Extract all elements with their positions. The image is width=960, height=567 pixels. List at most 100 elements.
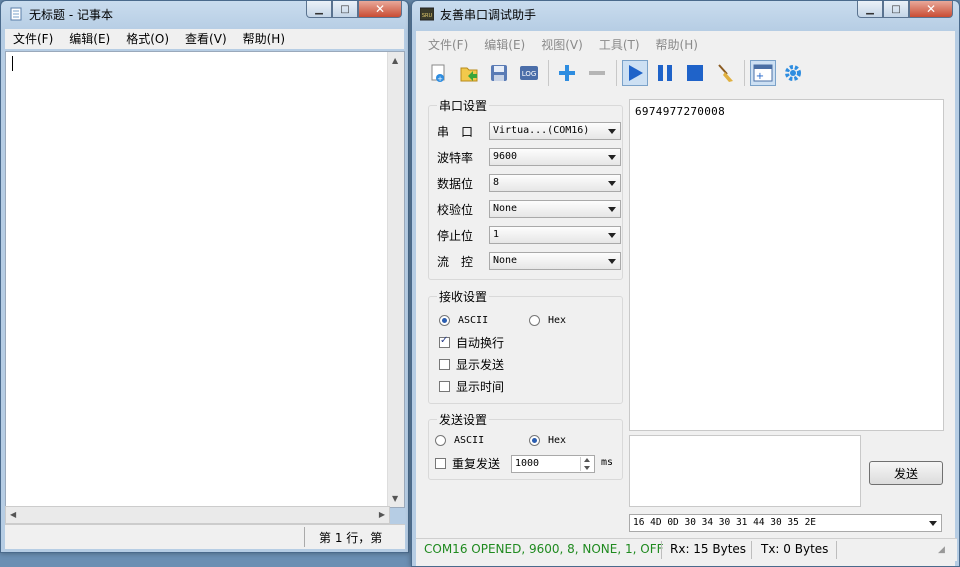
resize-grip-icon[interactable]: ◢	[938, 545, 945, 555]
menu-help[interactable]: 帮助(H)	[648, 35, 706, 55]
baud-row: 波特率 9600	[437, 147, 621, 167]
send-settings-group: 发送设置 ASCII Hex 重复发送 1000 ms	[428, 411, 623, 480]
minimize-icon: ▁	[866, 3, 874, 15]
show-time-label: 显示时间	[456, 379, 505, 394]
spin-down-icon[interactable]	[580, 464, 593, 471]
recv-hex-radio[interactable]	[529, 314, 540, 326]
port-value: Virtua...(COM16)	[493, 125, 590, 136]
notepad-statusbar: 第 1 行，第	[5, 524, 405, 549]
send-history-select[interactable]: 16 4D 0D 30 34 30 31 44 30 35 2E	[629, 514, 942, 532]
port-row: 串 口 Virtua...(COM16)	[437, 121, 621, 141]
recv-ascii-option[interactable]: ASCII	[439, 310, 488, 330]
repeat-interval-input[interactable]: 1000	[511, 455, 595, 473]
open-button[interactable]	[456, 60, 482, 86]
flow-value: None	[493, 255, 518, 266]
send-textarea[interactable]	[629, 435, 861, 507]
scroll-right-icon[interactable]: ▶	[379, 510, 385, 519]
recv-hex-label: Hex	[548, 314, 567, 326]
menu-help[interactable]: 帮助(H)	[235, 29, 293, 49]
menu-edit[interactable]: 编辑(E)	[61, 29, 118, 49]
save-button[interactable]	[486, 60, 512, 86]
baud-select[interactable]: 9600	[489, 148, 621, 166]
auto-newline-checkbox[interactable]	[439, 335, 450, 348]
port-status: COM16 OPENED, 9600, 8, NONE, 1, OFF	[424, 542, 664, 556]
stop-button[interactable]	[682, 60, 708, 86]
parity-value: None	[493, 203, 518, 214]
maximize-button[interactable]: □	[332, 1, 358, 18]
notepad-app-icon	[10, 7, 22, 21]
menu-tools[interactable]: 工具(T)	[591, 35, 648, 55]
add-button[interactable]	[554, 60, 580, 86]
receive-settings-group: 接收设置 ASCII Hex 自动换行 显示发送 显示时间	[428, 288, 623, 404]
databits-select[interactable]: 8	[489, 174, 621, 192]
send-ascii-option[interactable]: ASCII	[435, 430, 484, 450]
notepad-text-area[interactable]: ▲ ▼	[5, 51, 405, 508]
baud-label: 波特率	[437, 150, 474, 165]
show-send-checkbox[interactable]	[439, 358, 450, 370]
send-button[interactable]: 发送	[869, 461, 943, 485]
port-select[interactable]: Virtua...(COM16)	[489, 122, 621, 140]
serial-app-icon: SRU	[420, 7, 434, 21]
clear-button[interactable]	[712, 60, 738, 86]
pause-button[interactable]	[652, 60, 678, 86]
new-button[interactable]: +	[426, 60, 452, 86]
show-time-checkbox[interactable]	[439, 380, 450, 392]
serial-titlebar[interactable]: SRU 友善串口调试助手 ▁ □ ✕	[412, 1, 959, 27]
port-label: 串 口	[437, 124, 474, 139]
send-hex-option[interactable]: Hex	[529, 430, 566, 450]
flow-row: 流 控 None	[437, 251, 621, 271]
recv-hex-option[interactable]: Hex	[529, 310, 566, 330]
menu-view[interactable]: 视图(V)	[533, 35, 591, 55]
show-send-option[interactable]: 显示发送	[439, 354, 504, 374]
dropdown-arrow-icon	[929, 521, 937, 526]
send-hex-radio[interactable]	[529, 434, 540, 446]
databits-row: 数据位 8	[437, 173, 621, 193]
recv-ascii-radio[interactable]	[439, 314, 450, 326]
minimize-button[interactable]: ▁	[857, 1, 883, 18]
scroll-left-icon[interactable]: ◀	[10, 510, 16, 519]
settings-button[interactable]	[780, 60, 806, 86]
new-window-button[interactable]: +	[750, 60, 776, 86]
repeat-send-label: 重复发送	[452, 456, 501, 471]
auto-newline-option[interactable]: 自动换行	[439, 332, 504, 352]
menu-view[interactable]: 查看(V)	[177, 29, 235, 49]
scroll-down-icon[interactable]: ▼	[392, 494, 398, 503]
scroll-up-icon[interactable]: ▲	[392, 56, 398, 65]
minimize-button[interactable]: ▁	[306, 1, 332, 18]
dropdown-arrow-icon	[608, 207, 616, 212]
close-button[interactable]: ✕	[358, 1, 402, 18]
show-time-option[interactable]: 显示时间	[439, 376, 504, 396]
repeat-send-checkbox[interactable]	[435, 457, 446, 469]
send-ascii-radio[interactable]	[435, 434, 446, 446]
log-button[interactable]: LOG	[516, 60, 542, 86]
notepad-titlebar[interactable]: 无标题 - 记事本 ▁ □ ✕	[1, 1, 408, 27]
stop-icon	[687, 65, 703, 81]
menu-edit[interactable]: 编辑(E)	[476, 35, 533, 55]
dropdown-arrow-icon	[608, 129, 616, 134]
dropdown-arrow-icon	[608, 233, 616, 238]
vertical-scrollbar[interactable]: ▲ ▼	[387, 52, 404, 507]
pause-icon	[658, 65, 672, 81]
dropdown-arrow-icon	[608, 155, 616, 160]
remove-button[interactable]	[584, 60, 610, 86]
horizontal-scrollbar[interactable]: ◀ ▶	[5, 506, 390, 524]
maximize-icon: □	[340, 3, 350, 15]
spin-up-icon[interactable]	[580, 457, 593, 464]
flow-select[interactable]: None	[489, 252, 621, 270]
remove-icon	[589, 71, 605, 75]
stopbits-label: 停止位	[437, 228, 474, 243]
maximize-button[interactable]: □	[883, 1, 909, 18]
menu-format[interactable]: 格式(O)	[118, 29, 177, 49]
settings-icon	[785, 65, 801, 81]
play-button[interactable]	[622, 60, 648, 86]
stopbits-select[interactable]: 1	[489, 226, 621, 244]
parity-select[interactable]: None	[489, 200, 621, 218]
status-separator	[304, 527, 305, 547]
menu-file[interactable]: 文件(F)	[5, 29, 61, 49]
port-settings-group: 串口设置 串 口 Virtua...(COM16) 波特率 9600 数据位 8…	[428, 97, 623, 280]
serial-toolbar: + LOG +	[426, 57, 810, 89]
receive-textarea[interactable]: 6974977270008	[629, 99, 944, 431]
menu-file[interactable]: 文件(F)	[420, 35, 476, 55]
svg-text:+: +	[756, 71, 764, 82]
close-button[interactable]: ✕	[909, 1, 953, 18]
